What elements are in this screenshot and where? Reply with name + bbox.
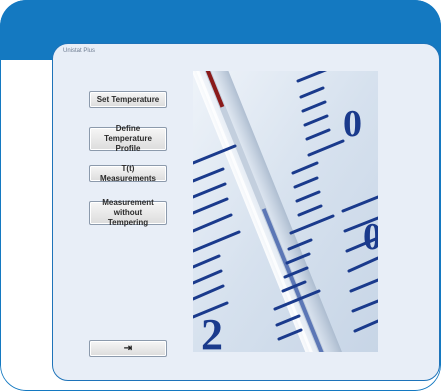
application-window: Unistat Plus Set Temperature Define Temp… [52,43,440,381]
t-measurements-button[interactable]: T(t) Measurements [89,163,167,183]
measurement-without-tempering-button[interactable]: Measurement without Tempering [89,198,167,227]
scale-label-0-top: 0 [343,103,362,145]
define-temperature-profile-label-line1: Define Temperature [104,124,152,143]
scale-label-0-right: 0 [363,216,378,258]
define-temperature-profile-label-line2: Profile [115,144,141,153]
exit-icon: ⇥ [123,342,133,354]
set-temperature-button[interactable]: Set Temperature [89,91,167,108]
set-temperature-label: Set Temperature [96,94,160,104]
define-temperature-profile-button[interactable]: Define Temperature Profile [89,124,167,153]
thermometer-image: 0 0 2 [193,71,378,352]
measurement-without-tempering-label-line2: Tempering [107,218,149,227]
exit-button[interactable]: ⇥ [89,340,167,357]
outer-frame: Unistat Plus Set Temperature Define Temp… [0,0,441,391]
window-title: Unistat Plus [63,48,96,54]
measurement-without-tempering-label-line1: Measurement without [102,198,154,217]
thermometer-graphic: 0 0 2 [193,71,378,352]
t-measurements-label: T(t) Measurements [99,163,157,183]
scale-label-2: 2 [201,310,223,352]
